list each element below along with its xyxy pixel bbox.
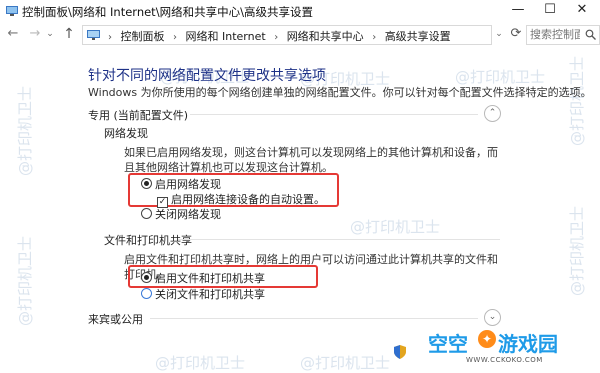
breadcrumb-separator: ›	[372, 32, 377, 43]
network-discovery-description: 如果已启用网络发现，则这台计算机可以发现网络上的其他计算机和设备，而且其他网络计…	[124, 146, 498, 174]
main-content: @打印机卫士 @打印机卫士 @打印机卫士 @打印机卫士 @打印机卫士 @打印机卫…	[0, 46, 600, 372]
back-button[interactable]: ←	[4, 25, 22, 43]
close-button[interactable]: ✕	[566, 0, 598, 22]
search-input[interactable]	[527, 26, 580, 42]
watermark: @打印机卫士	[16, 235, 34, 326]
uac-shield-icon	[394, 345, 406, 359]
brand-text-part2: 游戏园	[498, 332, 558, 356]
private-profile-header[interactable]: 专用 (当前配置文件)	[88, 107, 188, 123]
radio-selected[interactable]	[141, 272, 152, 283]
divider	[190, 114, 478, 115]
divider	[150, 318, 478, 319]
page-title: 针对不同的网络配置文件更改共享选项	[88, 68, 326, 84]
brand-text-part1: 空空	[428, 332, 468, 356]
auto-setup-label: 启用网络连接设备的自动设置。	[171, 193, 325, 206]
watermark: @打印机卫士	[350, 218, 441, 236]
file-printer-sharing-header: 文件和打印机共享	[104, 234, 192, 247]
breadcrumb-network-internet[interactable]: 网络和 Internet	[186, 30, 266, 43]
network-discovery-on-label: 启用网络发现	[155, 178, 221, 191]
brand-url: WWW.CCKOKO.COM	[466, 356, 543, 364]
recent-locations-button[interactable]: ⌄	[44, 25, 56, 43]
file-sharing-on-label: 启用文件和打印机共享	[155, 272, 265, 285]
window-title: 控制面板\网络和 Internet\网络和共享中心\高级共享设置	[22, 5, 313, 19]
watermark: @打印机卫士	[568, 55, 586, 146]
file-sharing-on-option[interactable]: 启用文件和打印机共享	[141, 270, 265, 286]
control-panel-icon	[6, 6, 18, 16]
breadcrumb: › 控制面板 › 网络和 Internet › 网络和共享中心 › 高级共享设置	[103, 28, 451, 44]
maximize-button[interactable]: ☐	[534, 0, 566, 22]
breadcrumb-separator: ›	[173, 32, 177, 43]
watermark: @打印机卫士	[16, 85, 34, 176]
page-description: Windows 为你所使用的每个网络创建单独的网络配置文件。你可以针对每个配置文…	[88, 86, 592, 99]
watermark: @打印机卫士	[568, 205, 586, 296]
collapse-private-button[interactable]: ⌃	[484, 105, 501, 122]
divider	[178, 239, 500, 240]
breadcrumb-separator: ›	[274, 32, 279, 43]
radio-unselected[interactable]	[141, 208, 152, 219]
radio-selected[interactable]	[141, 178, 152, 189]
address-bar[interactable]: › 控制面板 › 网络和 Internet › 网络和共享中心 › 高级共享设置	[82, 25, 492, 45]
expand-guest-button[interactable]: ⌄	[484, 309, 501, 326]
file-sharing-off-label: 关闭文件和打印机共享	[155, 288, 265, 301]
brand-logo-icon: ✦	[478, 330, 496, 348]
control-panel-location-icon	[87, 30, 100, 40]
refresh-button[interactable]: ⟳	[507, 25, 525, 43]
breadcrumb-network-sharing-center[interactable]: 网络和共享中心	[287, 30, 364, 43]
breadcrumb-advanced-sharing[interactable]: 高级共享设置	[385, 30, 451, 43]
search-box[interactable]	[526, 25, 600, 45]
network-discovery-header: 网络发现	[104, 127, 148, 140]
breadcrumb-separator: ›	[108, 32, 112, 43]
search-icon	[585, 29, 596, 40]
site-brand-watermark: 空空 ✦ 游戏园 WWW.CCKOKO.COM	[428, 328, 598, 370]
address-dropdown-button[interactable]: ⌄	[492, 25, 506, 43]
network-discovery-on-option[interactable]: 启用网络发现	[141, 176, 221, 192]
breadcrumb-control-panel[interactable]: 控制面板	[121, 30, 165, 43]
minimize-button[interactable]: —	[502, 0, 534, 22]
file-sharing-off-option[interactable]: 关闭文件和打印机共享	[141, 286, 265, 302]
guest-public-profile-header[interactable]: 来宾或公用	[88, 311, 143, 327]
forward-button[interactable]: →	[26, 25, 44, 43]
network-discovery-off-label: 关闭网络发现	[155, 208, 221, 221]
title-bar: 控制面板\网络和 Internet\网络和共享中心\高级共享设置 — ☐ ✕	[0, 0, 600, 22]
navigation-bar: ← → ⌄ ↑ › 控制面板 › 网络和 Internet › 网络和共享中心 …	[0, 22, 600, 46]
radio-unselected[interactable]	[141, 288, 152, 299]
up-button[interactable]: ↑	[60, 25, 78, 43]
network-discovery-off-option[interactable]: 关闭网络发现	[141, 206, 221, 222]
